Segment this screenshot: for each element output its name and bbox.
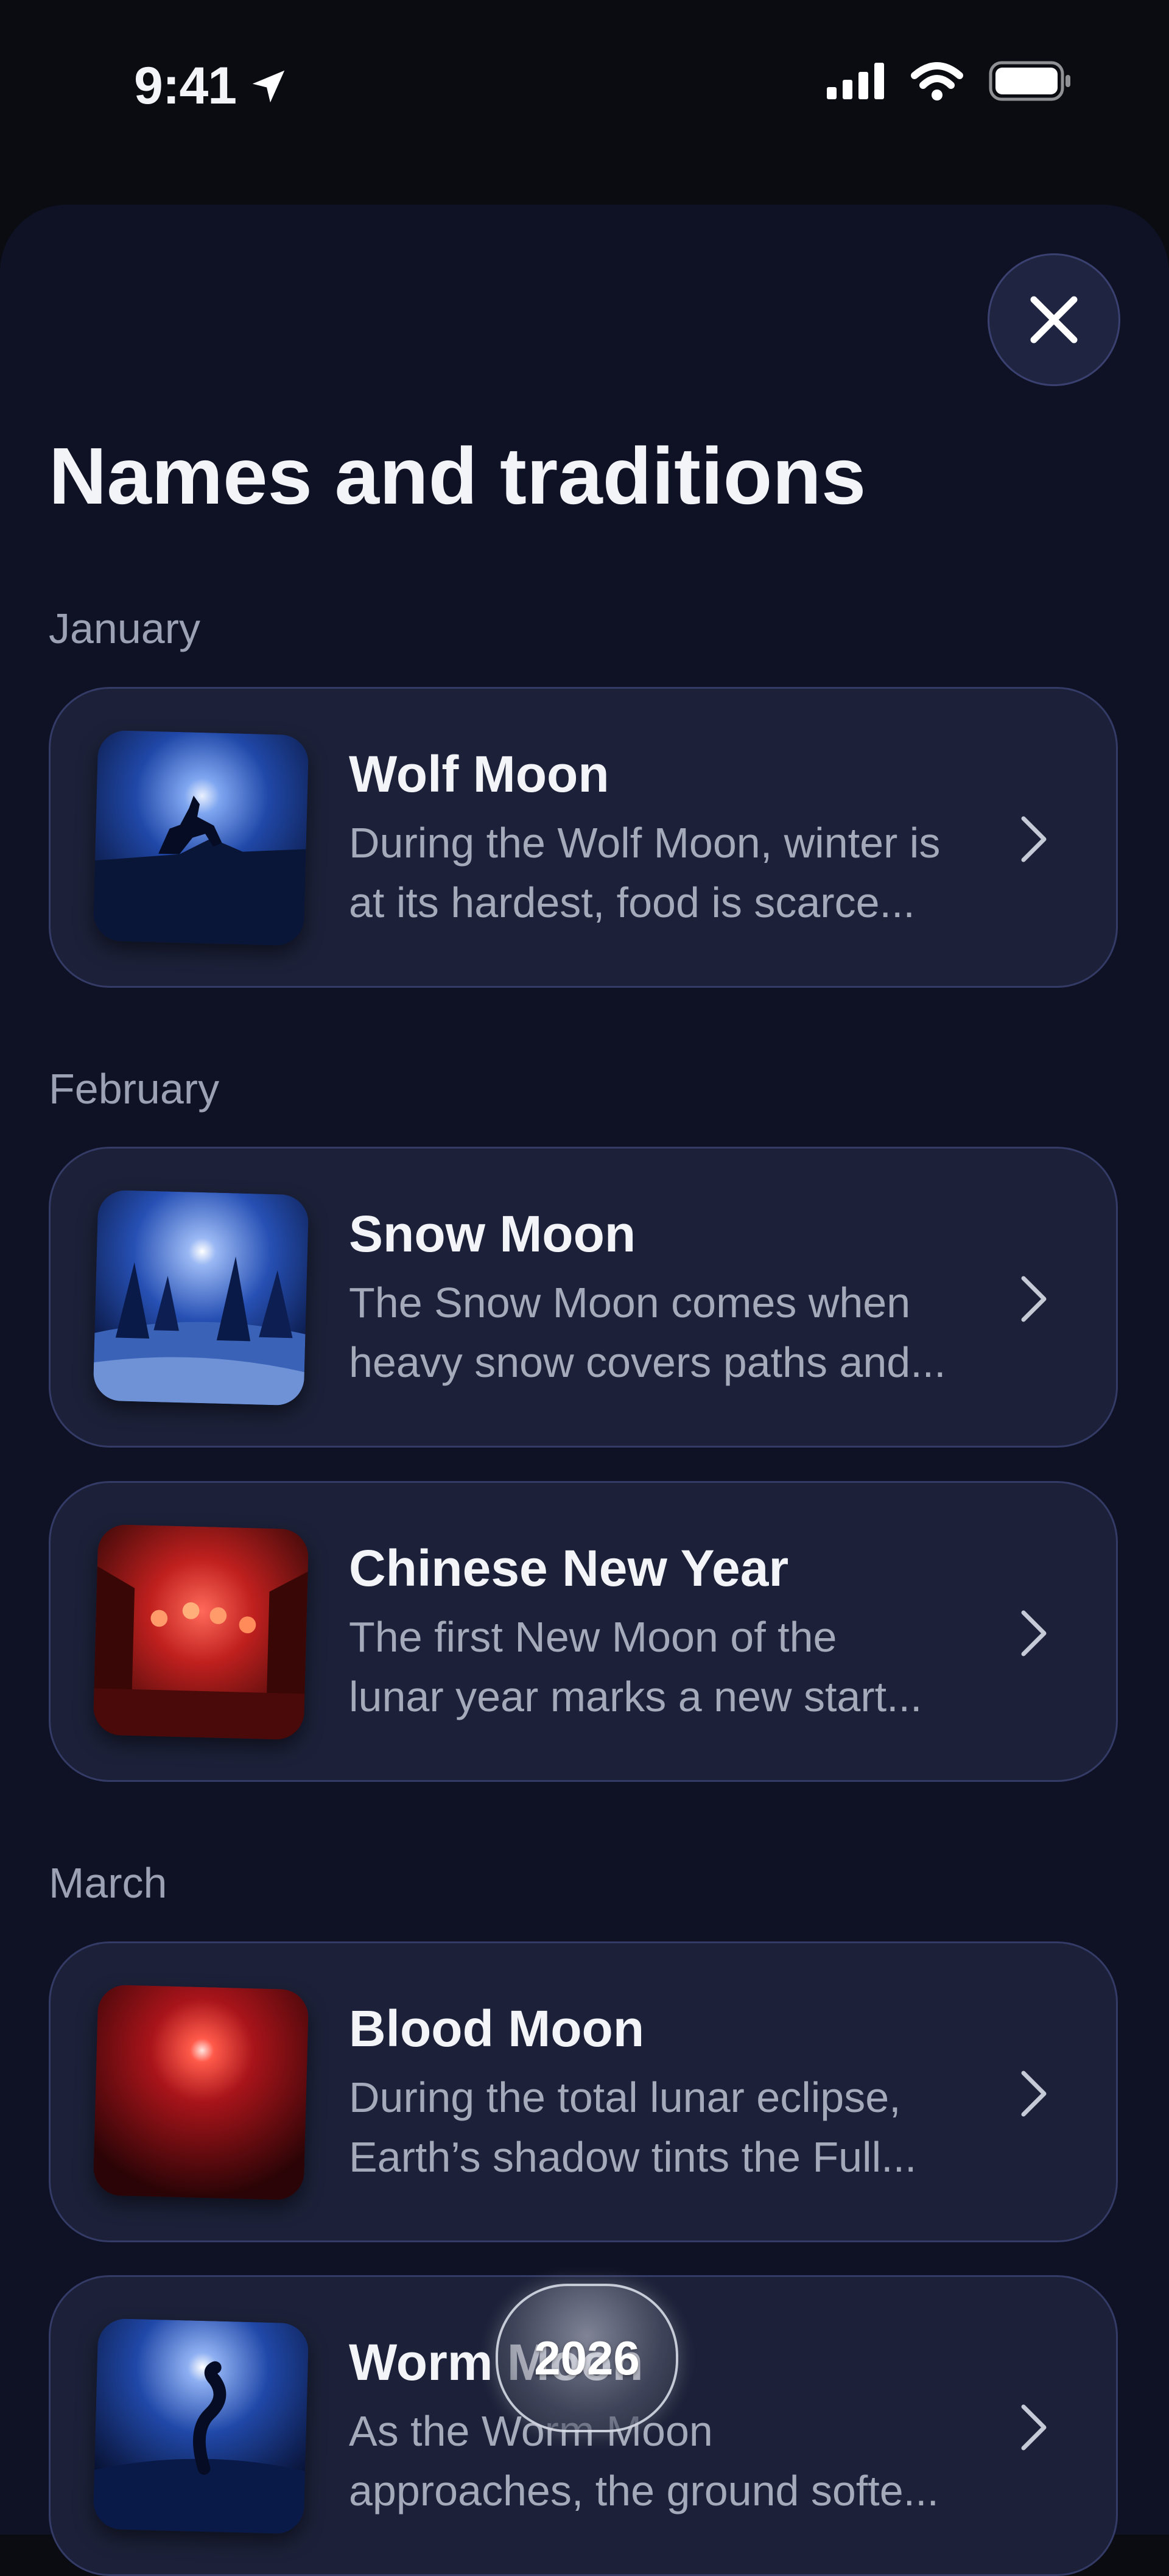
card-description: The first New Moon of the lunar year mar… [349,1613,922,1720]
blood-moon-image [93,1984,309,2201]
close-button[interactable] [988,253,1120,386]
section-label-march: March [49,1859,167,1907]
year-selector-button[interactable]: 2026 [496,2284,678,2432]
chevron-right-icon [1021,2071,1047,2117]
card-description: During the total lunar eclipse, Earth’s … [349,2074,917,2181]
close-icon [1030,296,1078,343]
tradition-card-blood-moon[interactable]: Blood Moon During the total lunar eclips… [49,1941,1118,2242]
status-time-group: 9:41 [134,56,290,116]
names-traditions-sheet: Names and traditions January Wolf Moon D… [0,205,1169,2576]
chevron-right-icon [1021,816,1047,862]
chevron-right-icon [1021,2404,1047,2451]
chevron-right-icon [1021,1276,1047,1322]
status-time: 9:41 [134,57,237,115]
card-description: During the Wolf Moon, winter is at its h… [349,819,941,926]
card-description: As the Worm Moon approaches, the ground … [349,2407,939,2514]
section-label-january: January [49,605,201,652]
chinese-new-year-image [93,1524,309,1740]
year-selector-label: 2026 [534,2331,640,2385]
card-title: Snow Moon [349,1205,636,1262]
card-title: Wolf Moon [349,745,609,803]
wifi-icon [911,62,963,100]
page-title: Names and traditions [49,431,866,521]
location-arrow-icon [252,70,285,102]
card-description: The Snow Moon comes when heavy snow cove… [349,1279,946,1386]
tradition-card-snow-moon[interactable]: Snow Moon The Snow Moon comes when heavy… [49,1147,1118,1448]
status-bar: 9:41 [0,0,1169,171]
worm-moon-image [93,2318,309,2535]
tradition-card-chinese-new-year[interactable]: Chinese New Year The first New Moon of t… [49,1481,1118,1782]
card-title: Chinese New Year [349,1540,789,1597]
wolf-moon-image [93,730,309,946]
section-label-february: February [49,1065,220,1113]
cellular-signal-icon [827,63,884,99]
chevron-right-icon [1021,1610,1047,1656]
card-title: Blood Moon [349,2000,645,2057]
status-icons [827,61,1072,101]
snow-moon-image [93,1189,309,1406]
battery-icon [989,61,1070,101]
tradition-card-wolf-moon[interactable]: Wolf Moon During the Wolf Moon, winter i… [49,687,1118,988]
